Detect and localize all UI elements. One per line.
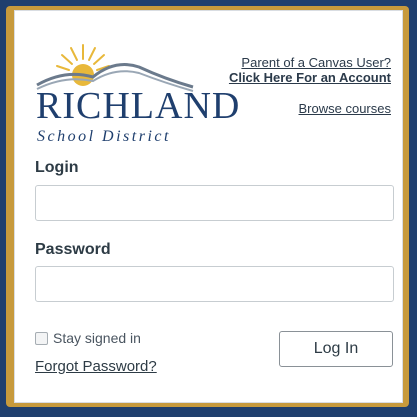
stay-signed-in[interactable]: Stay signed in xyxy=(35,330,141,346)
login-button[interactable]: Log In xyxy=(279,331,393,367)
create-account-link[interactable]: Click Here For an Account xyxy=(229,70,391,85)
password-label: Password xyxy=(35,241,111,258)
password-input[interactable] xyxy=(35,266,394,302)
forgot-password-link[interactable]: Forgot Password? xyxy=(35,358,157,375)
parent-question-link[interactable]: Parent of a Canvas User? xyxy=(229,55,391,70)
stay-signed-in-checkbox[interactable] xyxy=(35,331,48,345)
login-card: RICHLAND School District Parent of a Can… xyxy=(14,10,403,403)
brand-subtitle: School District xyxy=(37,128,171,145)
header-links: Parent of a Canvas User? Click Here For … xyxy=(229,55,391,116)
stay-signed-in-label: Stay signed in xyxy=(53,330,141,346)
login-input[interactable] xyxy=(35,185,394,221)
brand-name: RICHLAND xyxy=(36,85,241,127)
richland-logo: RICHLAND School District xyxy=(35,39,239,149)
browse-courses-link[interactable]: Browse courses xyxy=(229,101,391,116)
login-label: Login xyxy=(35,159,79,176)
